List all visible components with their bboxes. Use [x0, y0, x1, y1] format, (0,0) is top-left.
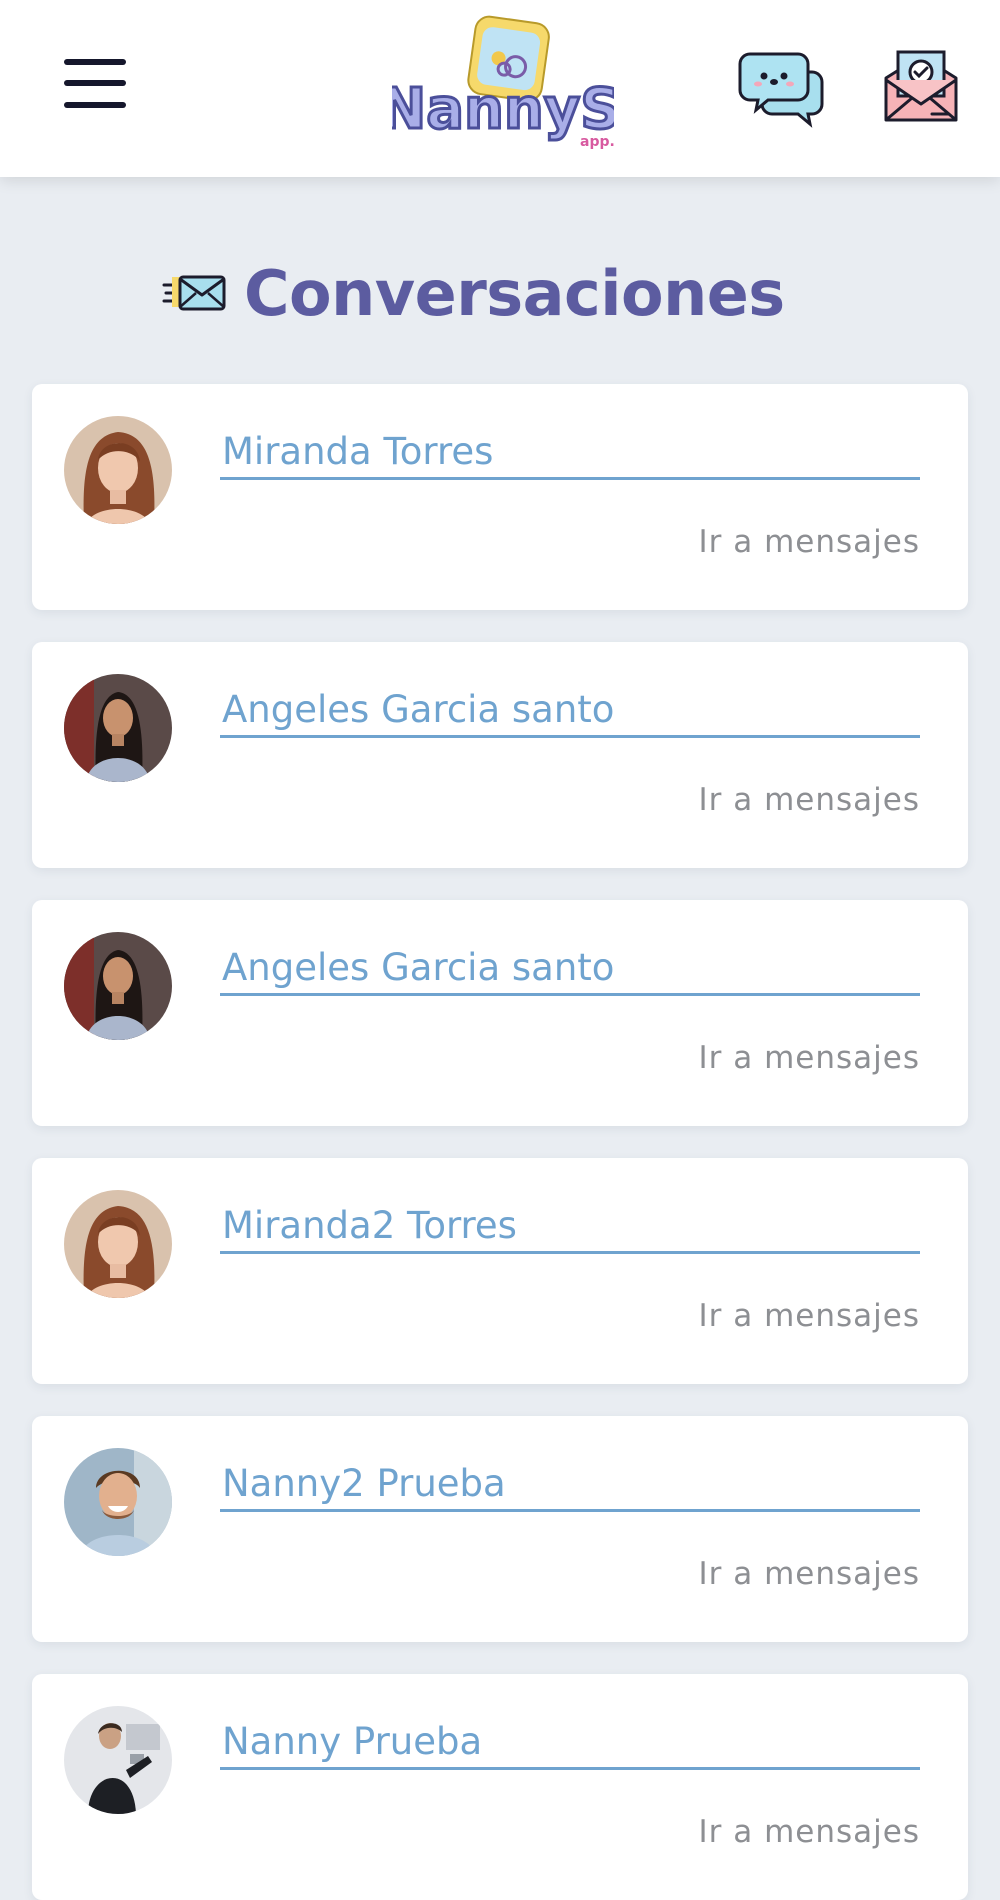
conversation-name[interactable]: Angeles Garcia santo	[222, 946, 614, 989]
conversation-name-underline: Nanny Prueba	[220, 1714, 920, 1770]
avatar	[64, 1448, 172, 1556]
conversation-name[interactable]: Miranda2 Torres	[222, 1204, 517, 1247]
go-to-messages-link[interactable]: Ir a mensajes	[699, 1040, 921, 1076]
conversation-name-underline: Miranda Torres	[220, 424, 920, 480]
go-to-messages-link[interactable]: Ir a mensajes	[699, 782, 921, 818]
mail-check-icon[interactable]	[882, 48, 960, 126]
avatar	[64, 1706, 172, 1814]
conversation-card[interactable]: Miranda2 Torres Ir a mensajes	[32, 1158, 968, 1384]
app-header: NannyS app.	[0, 0, 1000, 177]
conversation-card[interactable]: Angeles Garcia santo Ir a mensajes	[32, 642, 968, 868]
logo-subtext: app.	[580, 134, 614, 150]
go-to-messages-link[interactable]: Ir a mensajes	[699, 524, 921, 560]
conversation-name[interactable]: Miranda Torres	[222, 430, 493, 473]
conversation-name[interactable]: Nanny2 Prueba	[222, 1462, 506, 1505]
go-to-messages-link[interactable]: Ir a mensajes	[699, 1814, 921, 1850]
go-to-messages-link[interactable]: Ir a mensajes	[699, 1556, 921, 1592]
page-heading: Conversaciones	[162, 248, 785, 338]
envelope-fast-icon	[162, 275, 226, 311]
conversation-name[interactable]: Nanny Prueba	[222, 1720, 482, 1763]
conversation-card[interactable]: Nanny Prueba Ir a mensajes	[32, 1674, 968, 1900]
conversation-name-underline: Angeles Garcia santo	[220, 940, 920, 996]
avatar	[64, 416, 172, 524]
avatar	[64, 932, 172, 1040]
conversation-card[interactable]: Angeles Garcia santo Ir a mensajes	[32, 900, 968, 1126]
nannys-logo[interactable]: NannyS app.	[392, 10, 614, 150]
avatar	[64, 674, 172, 782]
avatar	[64, 1190, 172, 1298]
page-title: Conversaciones	[244, 256, 785, 330]
menu-icon[interactable]	[60, 56, 132, 114]
conversation-name-underline: Angeles Garcia santo	[220, 682, 920, 738]
go-to-messages-link[interactable]: Ir a mensajes	[699, 1298, 921, 1334]
conversation-name-underline: Nanny2 Prueba	[220, 1456, 920, 1512]
conversation-name-underline: Miranda2 Torres	[220, 1198, 920, 1254]
conversation-card[interactable]: Nanny2 Prueba Ir a mensajes	[32, 1416, 968, 1642]
conversation-name[interactable]: Angeles Garcia santo	[222, 688, 614, 731]
chat-bubble-icon[interactable]	[738, 50, 826, 128]
logo-text: NannyS	[392, 77, 614, 142]
conversation-card[interactable]: Miranda Torres Ir a mensajes	[32, 384, 968, 610]
